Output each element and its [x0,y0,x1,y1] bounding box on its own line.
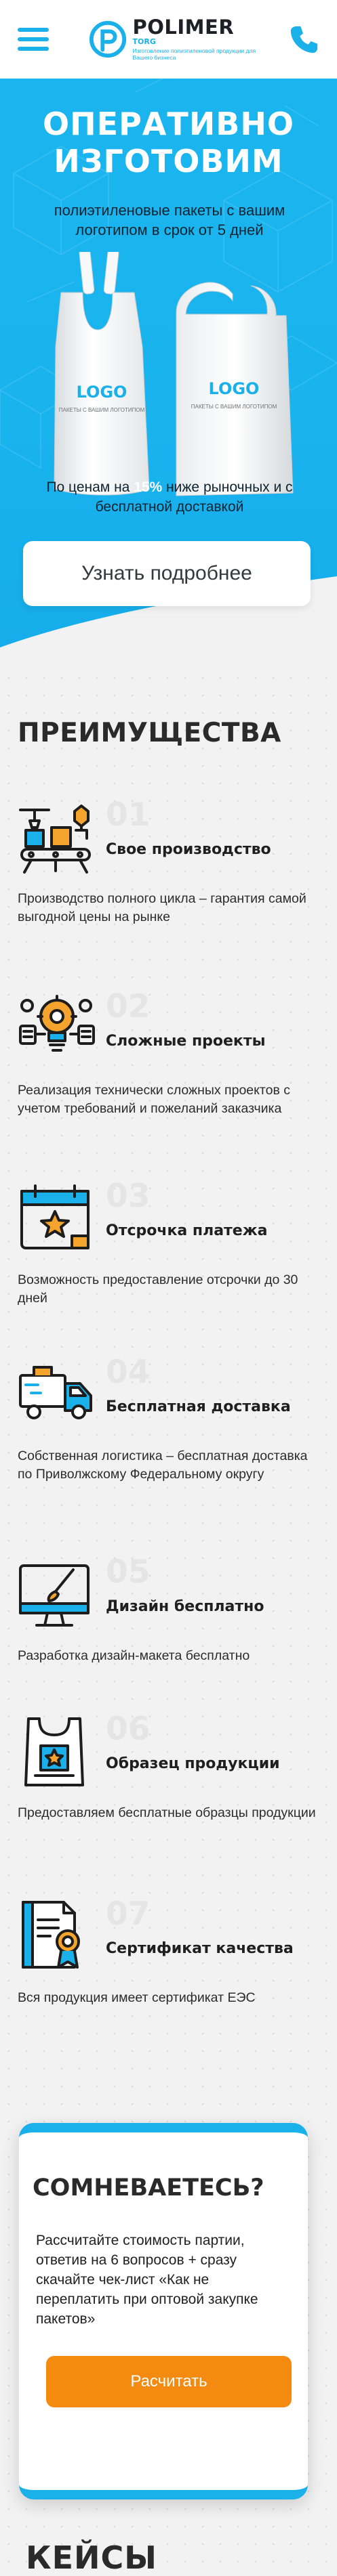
site-header: POLIMER TORG Изготовление полиэтиленовой… [0,0,337,79]
calendar-star-icon [20,1184,90,1249]
bag-logo-left: LOGO [77,383,127,402]
advantage-number: 07 [106,1895,151,1933]
hero-title: ОПЕРАТИВНО ИЗГОТОВИМ [43,106,294,180]
advantage-text: Вся продукция имеет сертификат ЕЭС [18,1990,256,2005]
calculator-title: СОМНЕВАЕТЕСЬ? [33,2174,264,2202]
advantage-number: 03 [106,1178,151,1215]
learn-more-button[interactable]: Узнать подробнее [23,541,311,606]
hero-subtitle: полиэтиленовые пакеты с вашим логотипом … [54,202,285,239]
hero-section: ОПЕРАТИВНО ИЗГОТОВИМ полиэтиленовые паке… [0,79,337,665]
logo-sub: TORG [132,37,156,46]
delivery-truck-icon [19,1366,92,1419]
lightbulb-gear-icon [19,995,95,1052]
monitor-brush-icon [19,1564,90,1627]
discount-percent: 15% [134,479,163,495]
advantage-number: 06 [106,1711,151,1748]
advantage-heading: Сложные проекты [106,1033,266,1050]
cases-title: КЕЙСЫ [26,2539,157,2576]
sample-bag-icon [24,1717,84,1786]
advantage-number: 02 [106,988,151,1025]
advantage-heading: Дизайн бесплатно [106,1598,264,1615]
site-logo[interactable]: POLIMER TORG Изготовление полиэтиленовой… [88,15,259,61]
bag-caption-right: ПАКЕТЫ С ВАШИМ ЛОГОТИПОМ [191,404,277,410]
logo-mark-icon [89,20,126,58]
advantage-heading: Свое производство [106,841,271,858]
advantage-number: 05 [106,1553,151,1591]
advantage-number: 01 [106,796,151,834]
certificate-icon [22,1901,80,1969]
bag-logo-right: LOGO [209,379,260,398]
hero-price-text: По ценам на 15% ниже рыночных и с беспла… [46,479,293,515]
advantage-heading: Отсрочка платежа [106,1222,268,1239]
advantage-heading: Бесплатная доставка [106,1398,291,1415]
advantage-heading: Образец продукции [106,1755,280,1772]
advantages-title: ПРЕИМУЩЕСТВА [18,718,281,748]
menu-icon[interactable] [18,28,49,51]
bag-caption-left: ПАКЕТЫ С ВАШИМ ЛОГОТИПОМ [59,407,145,413]
calculator-card: СОМНЕВАЕТЕСЬ? Рассчитайте стоимость парт… [19,2123,308,2499]
advantage-text: Собственная логистика – бесплатная доста… [18,1448,308,1482]
advantage-text: Реализация технически сложных проектов с… [18,1083,290,1116]
calculate-button[interactable]: Расчитать [46,2356,292,2407]
phone-icon[interactable] [288,24,319,55]
logo-name: POLIMER [132,15,235,39]
advantage-text: Производство полного цикла – гарантия са… [18,891,306,924]
advantage-heading: Сертификат качества [106,1940,294,1957]
logo-tagline: Изготовление полиэтиленовой продукции дл… [132,47,256,61]
advantage-text: Предоставляем бесплатные образцы продукц… [18,1805,316,1820]
conveyor-icon [19,804,91,874]
advantage-text: Возможность предоставление отсрочки до 3… [18,1272,298,1306]
advantage-number: 04 [106,1354,151,1391]
calculator-text: Рассчитайте стоимость партии, ответив на… [36,2233,258,2327]
advantage-text: Разработка дизайн-макета бесплатно [18,1648,250,1663]
